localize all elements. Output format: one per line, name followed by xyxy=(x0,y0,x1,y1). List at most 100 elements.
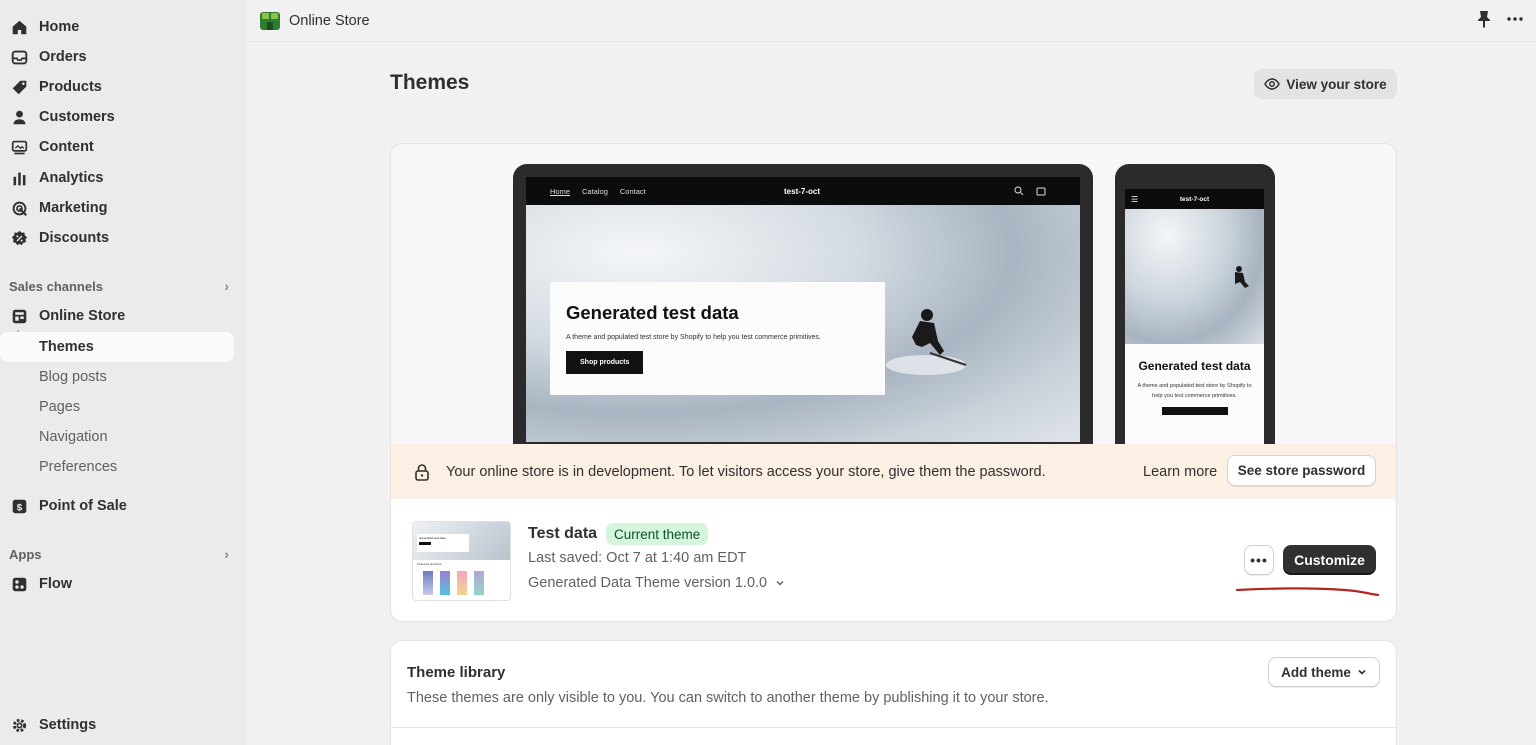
theme-thumbnail[interactable]: Generated test data Featured products xyxy=(412,521,511,601)
search-icon xyxy=(1014,186,1024,196)
phone-hero-title: Generated test data xyxy=(1138,359,1251,373)
inbox-icon xyxy=(9,47,29,67)
theme-library-card: Theme library These themes are only visi… xyxy=(390,640,1397,745)
theme-version-label: Generated Data Theme version 1.0.0 xyxy=(528,575,768,591)
phone-nav: ☰ test-7-oct xyxy=(1125,189,1264,209)
sidebar-item-products[interactable]: Products xyxy=(0,72,234,102)
preview-nav-contact: Contact xyxy=(619,186,646,196)
sidebar-item-flow[interactable]: Flow xyxy=(0,569,234,599)
last-saved-text: Last saved: Oct 7 at 1:40 am EDT xyxy=(528,550,747,566)
sidebar: Home Orders Products Customers Content A… xyxy=(0,0,246,745)
thumb-title: Generated test data xyxy=(419,536,446,540)
learn-more-link[interactable]: Learn more xyxy=(1143,464,1217,480)
divider xyxy=(391,727,1396,728)
person-icon xyxy=(9,107,29,127)
preview-nav: Home Catalog Contact test-7-oct xyxy=(526,177,1080,205)
sidebar-item-label: Products xyxy=(39,79,102,95)
phone-preview: ☰ test-7-oct Generated test data A theme… xyxy=(1115,164,1275,454)
tag-icon xyxy=(9,77,29,97)
lock-icon xyxy=(415,463,429,481)
sidebar-item-online-store[interactable]: Online Store xyxy=(0,301,234,331)
bar-chart-icon xyxy=(9,168,29,188)
target-icon xyxy=(9,198,29,218)
sidebar-item-label: Settings xyxy=(39,717,97,733)
chevron-right-icon: › xyxy=(224,546,229,562)
sidebar-item-preferences[interactable]: Preferences xyxy=(0,452,234,482)
customize-button[interactable]: Customize xyxy=(1283,545,1376,575)
skier-image xyxy=(1235,266,1249,288)
sidebar-item-orders[interactable]: Orders xyxy=(0,42,234,72)
pos-icon: $ xyxy=(9,496,29,516)
sidebar-item-content[interactable]: Content xyxy=(0,132,234,162)
apps-header[interactable]: Apps › xyxy=(9,543,229,565)
svg-text:$: $ xyxy=(16,502,22,513)
add-theme-button[interactable]: Add theme xyxy=(1268,657,1380,687)
sidebar-item-label: Pages xyxy=(39,399,81,415)
skier-image xyxy=(886,309,967,375)
sidebar-item-label: Point of Sale xyxy=(39,498,127,514)
sidebar-item-label: Blog posts xyxy=(39,369,107,385)
sidebar-item-label: Online Store xyxy=(39,308,126,324)
see-store-password-button[interactable]: See store password xyxy=(1227,455,1376,486)
preview-hero-box: Generated test data A theme and populate… xyxy=(550,282,885,395)
chevron-down-icon xyxy=(776,580,784,586)
sidebar-item-label: Analytics xyxy=(39,170,104,186)
chevron-right-icon: › xyxy=(224,278,229,294)
sidebar-item-customers[interactable]: Customers xyxy=(0,102,234,132)
sidebar-item-point-of-sale[interactable]: $ Point of Sale xyxy=(0,491,234,521)
phone-shop-button xyxy=(1161,407,1228,415)
current-theme-badge: Current theme xyxy=(606,523,709,545)
sidebar-item-discounts[interactable]: Discounts xyxy=(0,223,234,253)
theme-library-title: Theme library xyxy=(407,664,506,681)
chevron-down-icon xyxy=(1358,669,1366,675)
home-icon xyxy=(9,17,29,37)
sidebar-item-blog-posts[interactable]: Blog posts xyxy=(0,362,234,392)
pin-icon[interactable] xyxy=(1476,10,1492,28)
sidebar-item-home[interactable]: Home xyxy=(0,12,234,42)
thumb-section: Featured products xyxy=(417,562,442,566)
theme-more-actions-button[interactable]: ••• xyxy=(1244,545,1274,575)
preview-nav-home: Home xyxy=(550,186,571,196)
page-title: Themes xyxy=(390,71,470,94)
online-store-icon xyxy=(260,11,280,30)
sidebar-item-pages[interactable]: Pages xyxy=(0,392,234,422)
sidebar-item-label: Navigation xyxy=(39,429,108,445)
image-icon xyxy=(9,137,29,157)
phone-store-name: test-7-oct xyxy=(1179,195,1210,203)
sidebar-item-analytics[interactable]: Analytics xyxy=(0,163,234,193)
topbar: Online Store xyxy=(246,0,1536,42)
sidebar-item-marketing[interactable]: Marketing xyxy=(0,193,234,223)
view-store-button[interactable]: View your store xyxy=(1254,69,1397,99)
sidebar-item-settings[interactable]: Settings xyxy=(0,710,234,740)
theme-version-dropdown[interactable]: Generated Data Theme version 1.0.0 xyxy=(528,575,785,591)
add-theme-label: Add theme xyxy=(1281,664,1351,680)
preview-hero-image: Generated test data A theme and populate… xyxy=(526,205,1080,442)
current-theme-row: Generated test data Featured products Te… xyxy=(391,499,1396,621)
section-label: Apps xyxy=(9,546,42,562)
view-store-label: View your store xyxy=(1286,76,1387,92)
sidebar-item-label: Marketing xyxy=(39,200,108,216)
laptop-preview: Home Catalog Contact test-7-oct Generate… xyxy=(513,164,1093,454)
gear-icon xyxy=(9,715,29,735)
current-theme-card: Home Catalog Contact test-7-oct Generate… xyxy=(390,143,1397,622)
flow-icon xyxy=(9,574,29,594)
sidebar-item-label: Home xyxy=(39,19,80,35)
development-banner: Your online store is in development. To … xyxy=(391,444,1396,499)
preview-hero-title: Generated test data xyxy=(566,302,739,323)
sidebar-item-navigation[interactable]: Navigation xyxy=(0,422,234,452)
sales-channels-header[interactable]: Sales channels › xyxy=(9,275,229,297)
sidebar-item-themes[interactable]: Themes xyxy=(0,332,234,362)
cart-icon xyxy=(1036,187,1046,196)
store-icon xyxy=(9,306,29,326)
theme-name: Test data xyxy=(528,525,598,542)
more-horizontal-icon[interactable] xyxy=(1506,10,1524,28)
phone-hero-text: A theme and populated test store by Shop… xyxy=(1137,383,1252,399)
theme-preview[interactable]: Home Catalog Contact test-7-oct Generate… xyxy=(391,144,1396,454)
eye-icon xyxy=(1264,78,1281,90)
discount-icon xyxy=(9,228,29,248)
topbar-title: Online Store xyxy=(289,12,370,29)
sidebar-item-label: Customers xyxy=(39,109,115,125)
preview-store-name: test-7-oct xyxy=(784,186,821,196)
sidebar-item-label: Flow xyxy=(39,576,73,592)
phone-hero-image xyxy=(1125,209,1264,344)
